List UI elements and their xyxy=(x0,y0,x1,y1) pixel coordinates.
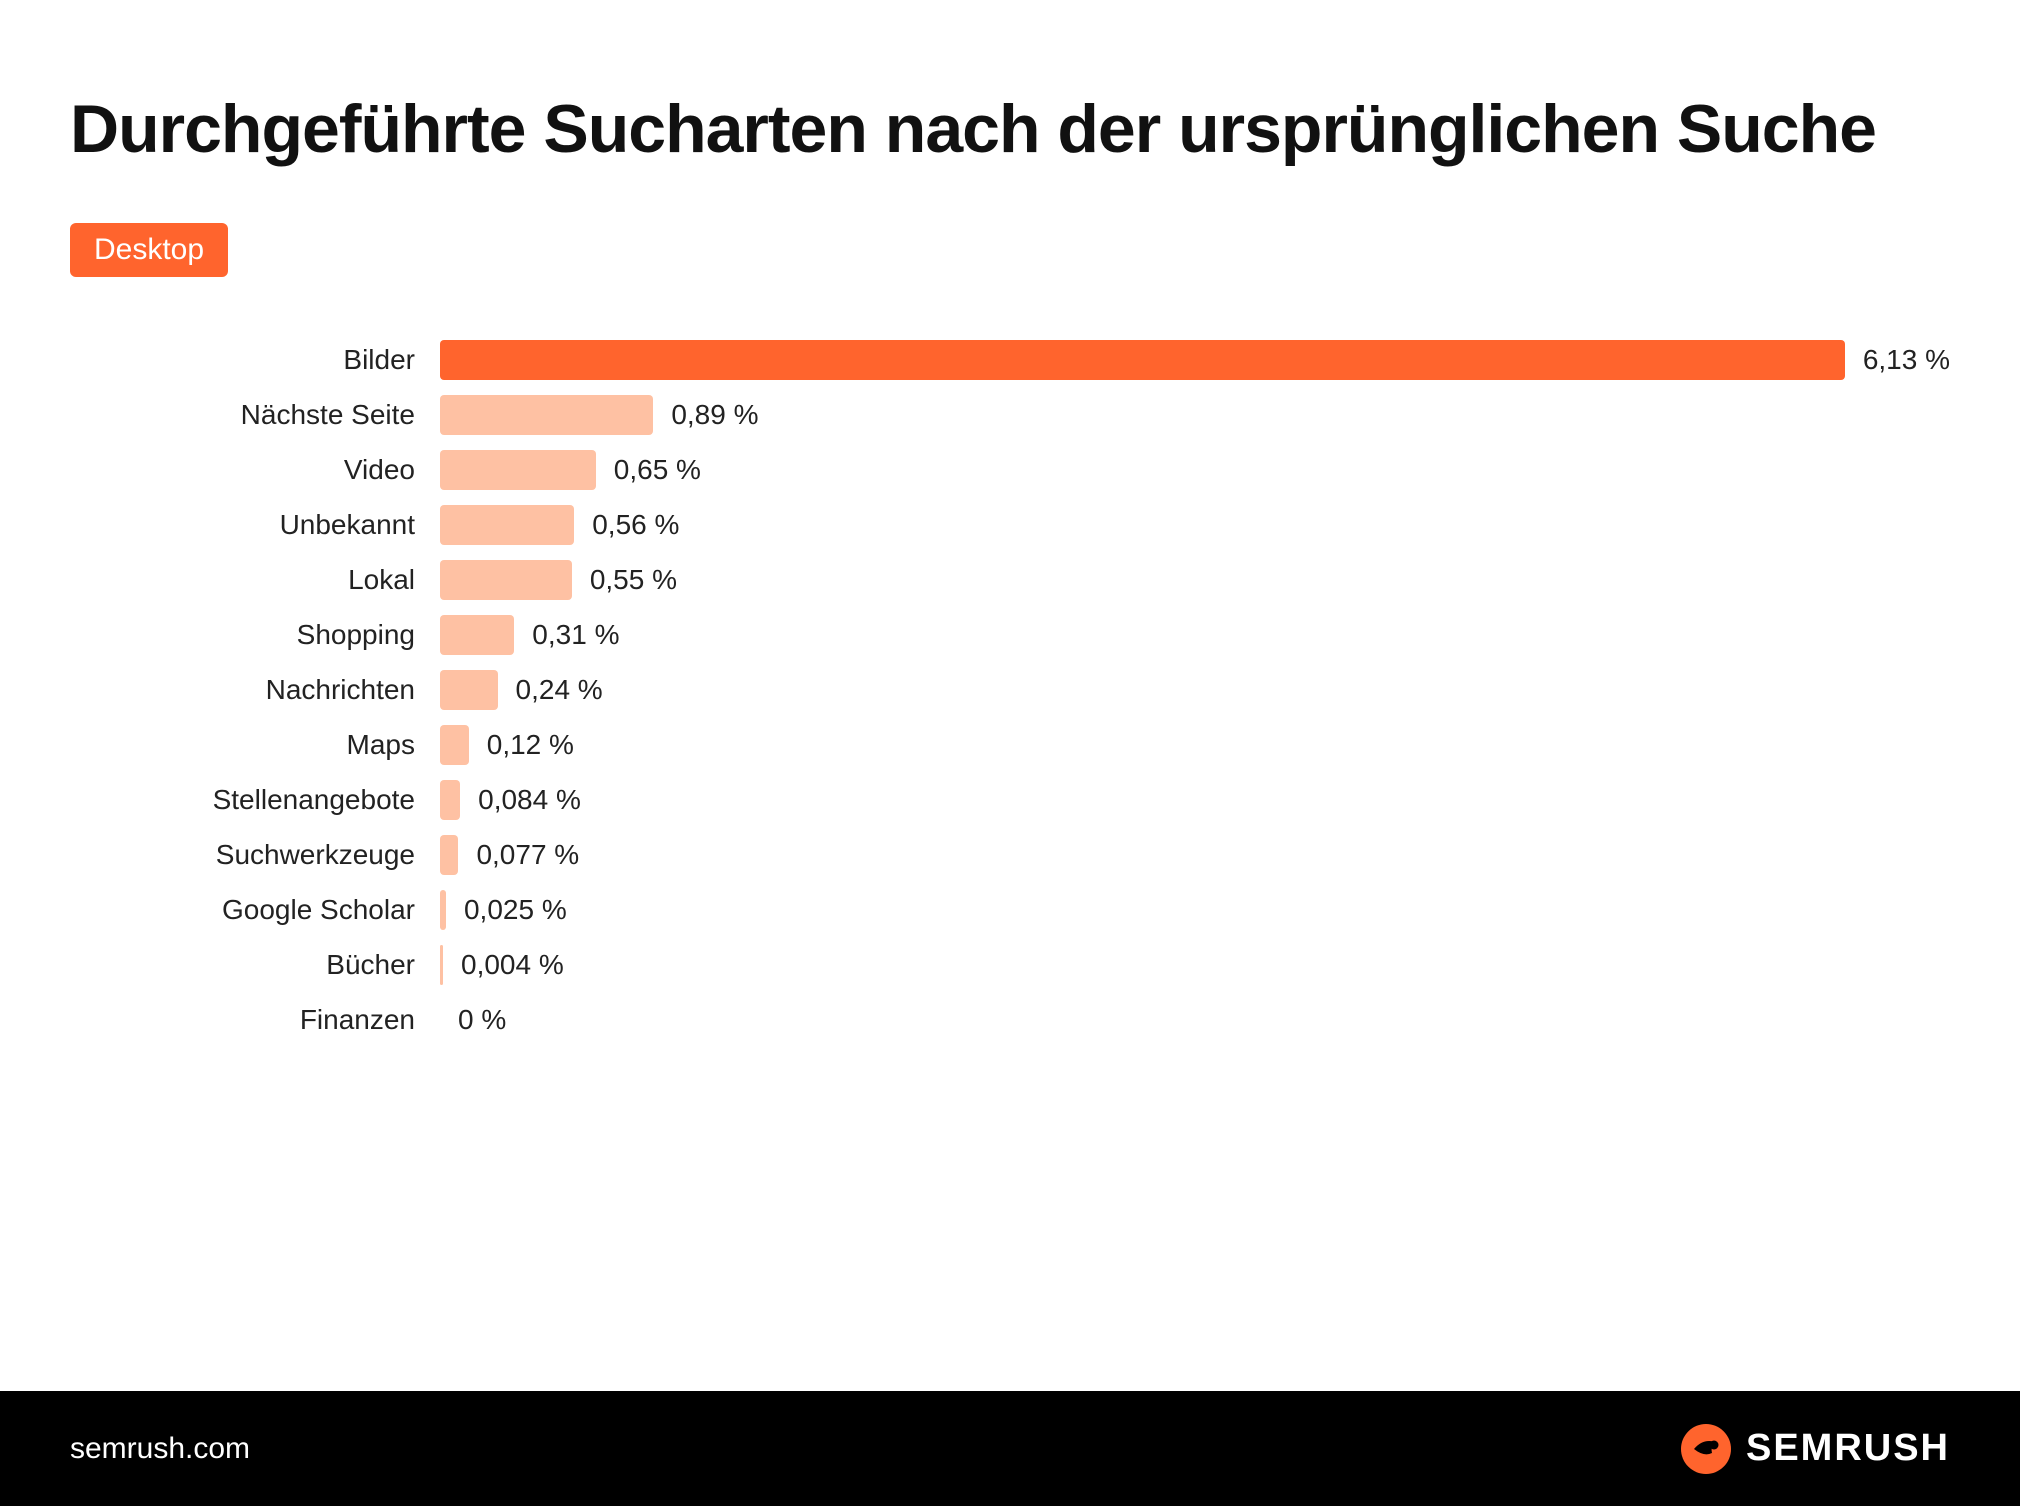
chart-row-label: Nächste Seite xyxy=(70,399,440,431)
chart-title: Durchgeführte Sucharten nach der ursprün… xyxy=(70,90,1950,168)
chart-bar xyxy=(440,890,446,930)
chart-row-label: Google Scholar xyxy=(70,894,440,926)
chart-row-label: Video xyxy=(70,454,440,486)
chart-row-value: 0,12 % xyxy=(487,729,574,761)
chart-row-label: Finanzen xyxy=(70,1004,440,1036)
chart-row: Lokal 0,55 % xyxy=(70,552,1950,607)
chart-row-track: 0,56 % xyxy=(440,497,1950,552)
chart-row-value: 0,55 % xyxy=(590,564,677,596)
chart-row-value: 0,31 % xyxy=(532,619,619,651)
device-tag: Desktop xyxy=(70,223,228,277)
semrush-icon xyxy=(1680,1423,1732,1475)
chart-row-track: 0,89 % xyxy=(440,387,1950,442)
chart-bar xyxy=(440,505,574,545)
chart-bar xyxy=(440,560,572,600)
chart-row: Shopping 0,31 % xyxy=(70,607,1950,662)
chart-row-label: Suchwerkzeuge xyxy=(70,839,440,871)
chart-row-track: 0,12 % xyxy=(440,717,1950,772)
chart-bar xyxy=(440,780,460,820)
chart-row: Suchwerkzeuge 0,077 % xyxy=(70,827,1950,882)
chart-bar xyxy=(440,945,443,985)
chart-row-track: 0,31 % xyxy=(440,607,1950,662)
chart-row: Video 0,65 % xyxy=(70,442,1950,497)
chart-row-track: 0,65 % xyxy=(440,442,1950,497)
chart-row-label: Unbekannt xyxy=(70,509,440,541)
chart-bar xyxy=(440,450,596,490)
chart-row-value: 0,65 % xyxy=(614,454,701,486)
chart-row-value: 0,084 % xyxy=(478,784,581,816)
chart-row-track: 0,55 % xyxy=(440,552,1950,607)
chart-row: Nachrichten 0,24 % xyxy=(70,662,1950,717)
chart-row: Google Scholar 0,025 % xyxy=(70,882,1950,937)
chart-row-value: 0,56 % xyxy=(592,509,679,541)
chart-row-track: 0,004 % xyxy=(440,937,1950,992)
chart-row-value: 0 % xyxy=(458,1004,506,1036)
chart-bar xyxy=(440,670,498,710)
chart-row-value: 0,24 % xyxy=(516,674,603,706)
footer: semrush.com SEMRUSH xyxy=(0,1391,2020,1506)
chart-row-track: 0,077 % xyxy=(440,827,1950,882)
chart-bar xyxy=(440,835,458,875)
chart-row-label: Maps xyxy=(70,729,440,761)
brand-name: SEMRUSH xyxy=(1746,1427,1950,1470)
chart-row-track: 0,025 % xyxy=(440,882,1950,937)
chart-row: Nächste Seite 0,89 % xyxy=(70,387,1950,442)
chart-row: Unbekannt 0,56 % xyxy=(70,497,1950,552)
chart-bar xyxy=(440,725,469,765)
chart-row-track: 0,084 % xyxy=(440,772,1950,827)
chart-bar xyxy=(440,340,1845,380)
chart-row-track: 0 % xyxy=(440,992,1950,1047)
chart-row-label: Bilder xyxy=(70,344,440,376)
chart-row-value: 0,077 % xyxy=(476,839,579,871)
chart-row: Finanzen 0 % xyxy=(70,992,1950,1047)
chart-row-track: 0,24 % xyxy=(440,662,1950,717)
chart-row-value: 0,025 % xyxy=(464,894,567,926)
chart-row-label: Shopping xyxy=(70,619,440,651)
chart-row-label: Lokal xyxy=(70,564,440,596)
chart-row: Bücher 0,004 % xyxy=(70,937,1950,992)
chart-row-track: 6,13 % xyxy=(440,332,1950,387)
chart-row: Maps 0,12 % xyxy=(70,717,1950,772)
footer-url: semrush.com xyxy=(70,1432,250,1466)
chart-row-value: 6,13 % xyxy=(1863,344,1950,376)
chart-row: Stellenangebote 0,084 % xyxy=(70,772,1950,827)
chart-row-label: Bücher xyxy=(70,949,440,981)
chart-row-value: 0,004 % xyxy=(461,949,564,981)
chart-bar xyxy=(440,615,514,655)
chart-bar xyxy=(440,395,653,435)
chart-row-label: Nachrichten xyxy=(70,674,440,706)
chart-row-value: 0,89 % xyxy=(671,399,758,431)
chart-row-label: Stellenangebote xyxy=(70,784,440,816)
brand-logo: SEMRUSH xyxy=(1680,1423,1950,1475)
bar-chart: Bilder 6,13 % Nächste Seite 0,89 % Video 0,65… xyxy=(70,332,1950,1047)
chart-row: Bilder 6,13 % xyxy=(70,332,1950,387)
